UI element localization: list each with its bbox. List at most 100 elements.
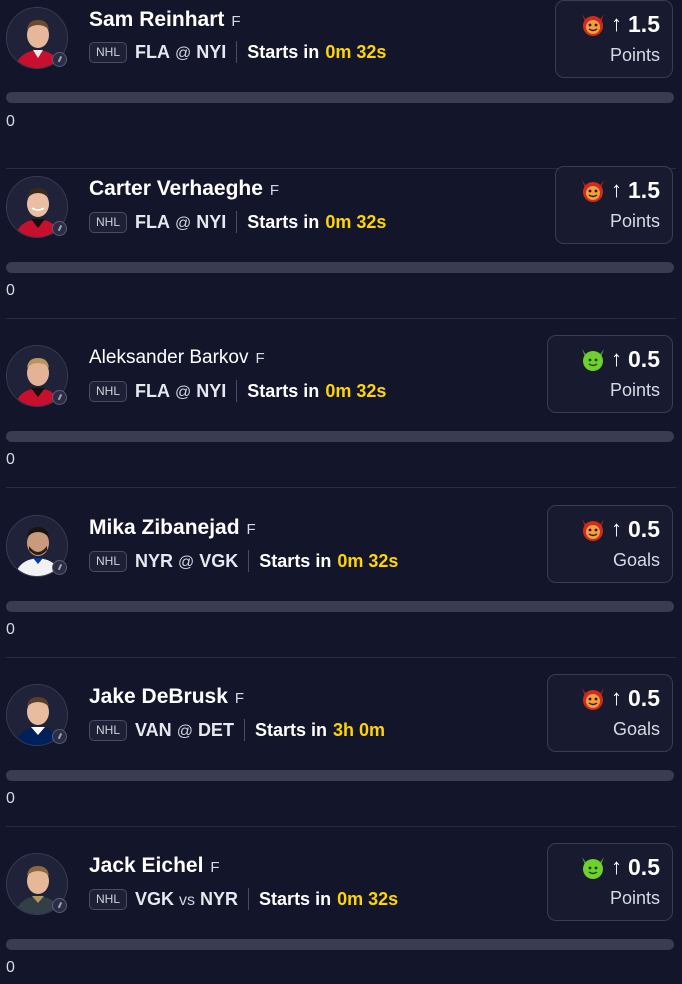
league-badge: NHL	[89, 719, 128, 741]
clock-icon	[52, 221, 67, 236]
player-name[interactable]: Sam Reinhart	[89, 8, 224, 32]
player-name-row: Mika Zibanejad F	[89, 516, 256, 542]
prop-line: ↑ 1.5	[579, 176, 660, 204]
prop-line: ↑ 1.5	[579, 10, 660, 38]
starts-countdown: 0m 32s	[337, 550, 399, 571]
red-devil-icon	[582, 519, 605, 541]
arrow-up-icon: ↑	[611, 685, 623, 710]
divider	[236, 211, 238, 233]
clock-icon	[52, 52, 67, 67]
league-badge: NHL	[89, 211, 128, 233]
prop-line-button[interactable]: ↑ 1.5 Points	[555, 166, 673, 244]
matchup-separator: vs	[179, 891, 196, 909]
player-card[interactable]: Jake DeBrusk F NHL VAN @ DET Starts in 3h …	[0, 658, 682, 827]
divider	[248, 888, 250, 910]
prop-line-value: 1.5	[628, 10, 660, 37]
prop-line-value: 1.5	[628, 176, 660, 203]
team: NYR	[135, 550, 174, 571]
prop-line-button[interactable]: ↑ 0.5 Goals	[547, 505, 673, 583]
game-info: NHL FLA @ NYI Starts in 0m 32s	[89, 40, 386, 64]
player-name[interactable]: Jake DeBrusk	[89, 685, 228, 709]
green-devil-icon	[582, 857, 605, 879]
player-name[interactable]: Mika Zibanejad	[89, 516, 240, 540]
starts-label: Starts in	[259, 888, 332, 909]
clock-icon	[52, 898, 67, 913]
arrow-up-icon: ↑	[611, 516, 623, 541]
team: VGK	[135, 888, 175, 909]
starts-countdown: 0m 32s	[337, 888, 399, 909]
prop-line-button[interactable]: ↑ 1.5 Points	[555, 0, 673, 78]
starts-countdown: 3h 0m	[332, 719, 385, 740]
player-card[interactable]: Sam Reinhart F NHL FLA @ NYI Starts in 0m …	[0, 0, 682, 169]
prop-stat-type: Points	[609, 211, 660, 231]
opponent: NYI	[196, 41, 227, 62]
game-info: NHL VAN @ DET Starts in 3h 0m	[89, 718, 385, 742]
player-name-row: Carter Verhaeghe F	[89, 177, 279, 203]
progress-bar	[6, 939, 674, 950]
prop-line: ↑ 0.5	[579, 515, 660, 543]
red-devil-icon	[582, 180, 605, 202]
player-card[interactable]: Aleksander Barkov F NHL FLA @ NYI Starts i…	[0, 319, 682, 488]
progress-bar	[6, 92, 674, 103]
prop-line-value: 0.5	[628, 853, 660, 880]
prop-line: ↑ 0.5	[579, 684, 660, 712]
prop-line-value: 0.5	[628, 345, 660, 372]
current-count: 0	[6, 959, 15, 976]
arrow-up-icon: ↑	[611, 11, 623, 36]
player-card[interactable]: Jack Eichel F NHL VGK vs NYR Starts in 0m …	[0, 827, 682, 984]
arrow-up-icon: ↑	[611, 177, 623, 202]
current-count: 0	[6, 282, 15, 299]
player-card[interactable]: Mika Zibanejad F NHL NYR @ VGK Starts in 0…	[0, 488, 682, 658]
green-devil-icon	[582, 349, 605, 371]
progress-bar	[6, 770, 674, 781]
starts-label: Starts in	[247, 380, 320, 401]
player-card[interactable]: Carter Verhaeghe F NHL FLA @ NYI Starts in…	[0, 149, 682, 319]
opponent: NYI	[196, 211, 227, 232]
player-position: F	[255, 350, 265, 367]
league-badge: NHL	[89, 41, 128, 63]
prop-line-value: 0.5	[628, 684, 660, 711]
progress-bar	[6, 601, 674, 612]
league-badge: NHL	[89, 550, 128, 572]
prop-line-button[interactable]: ↑ 0.5 Goals	[547, 674, 673, 752]
matchup: FLA @ NYI	[135, 381, 226, 402]
player-name[interactable]: Jack Eichel	[89, 854, 203, 878]
starts-countdown: 0m 32s	[325, 380, 387, 401]
starts-label: Starts in	[247, 211, 320, 232]
player-position: F	[210, 859, 220, 876]
matchup: VGK vs NYR	[135, 889, 238, 910]
prop-stat-type: Points	[609, 45, 660, 65]
matchup-separator: @	[176, 722, 193, 740]
prop-line-button[interactable]: ↑ 0.5 Points	[547, 335, 673, 413]
red-devil-icon	[582, 14, 605, 36]
prop-line-button[interactable]: ↑ 0.5 Points	[547, 843, 673, 921]
prop-line: ↑ 0.5	[579, 345, 660, 373]
clock-icon	[52, 390, 67, 405]
matchup: VAN @ DET	[135, 720, 234, 741]
prop-stat-type: Points	[609, 380, 660, 400]
player-name[interactable]: Aleksander Barkov	[89, 347, 248, 369]
opponent: VGK	[199, 550, 239, 571]
red-devil-icon	[582, 688, 605, 710]
starts-label: Starts in	[254, 719, 327, 740]
game-info: NHL VGK vs NYR Starts in 0m 32s	[89, 887, 398, 911]
team: VAN	[135, 719, 172, 740]
current-count: 0	[6, 621, 15, 638]
matchup: FLA @ NYI	[135, 212, 226, 233]
player-position: F	[234, 690, 245, 707]
team: FLA	[135, 380, 171, 401]
team: FLA	[135, 41, 171, 62]
player-name[interactable]: Carter Verhaeghe	[89, 177, 263, 201]
opponent: DET	[197, 719, 234, 740]
progress-bar	[6, 262, 674, 273]
starts-label: Starts in	[259, 550, 332, 571]
prop-line: ↑ 0.5	[579, 853, 660, 881]
team: FLA	[135, 211, 171, 232]
league-badge: NHL	[89, 380, 128, 402]
game-info: NHL NYR @ VGK Starts in 0m 32s	[89, 549, 398, 573]
player-position: F	[231, 13, 241, 30]
player-name-row: Aleksander Barkov F	[89, 347, 265, 373]
arrow-up-icon: ↑	[611, 854, 623, 879]
arrow-up-icon: ↑	[611, 346, 623, 371]
player-name-row: Jake DeBrusk F	[89, 685, 244, 711]
